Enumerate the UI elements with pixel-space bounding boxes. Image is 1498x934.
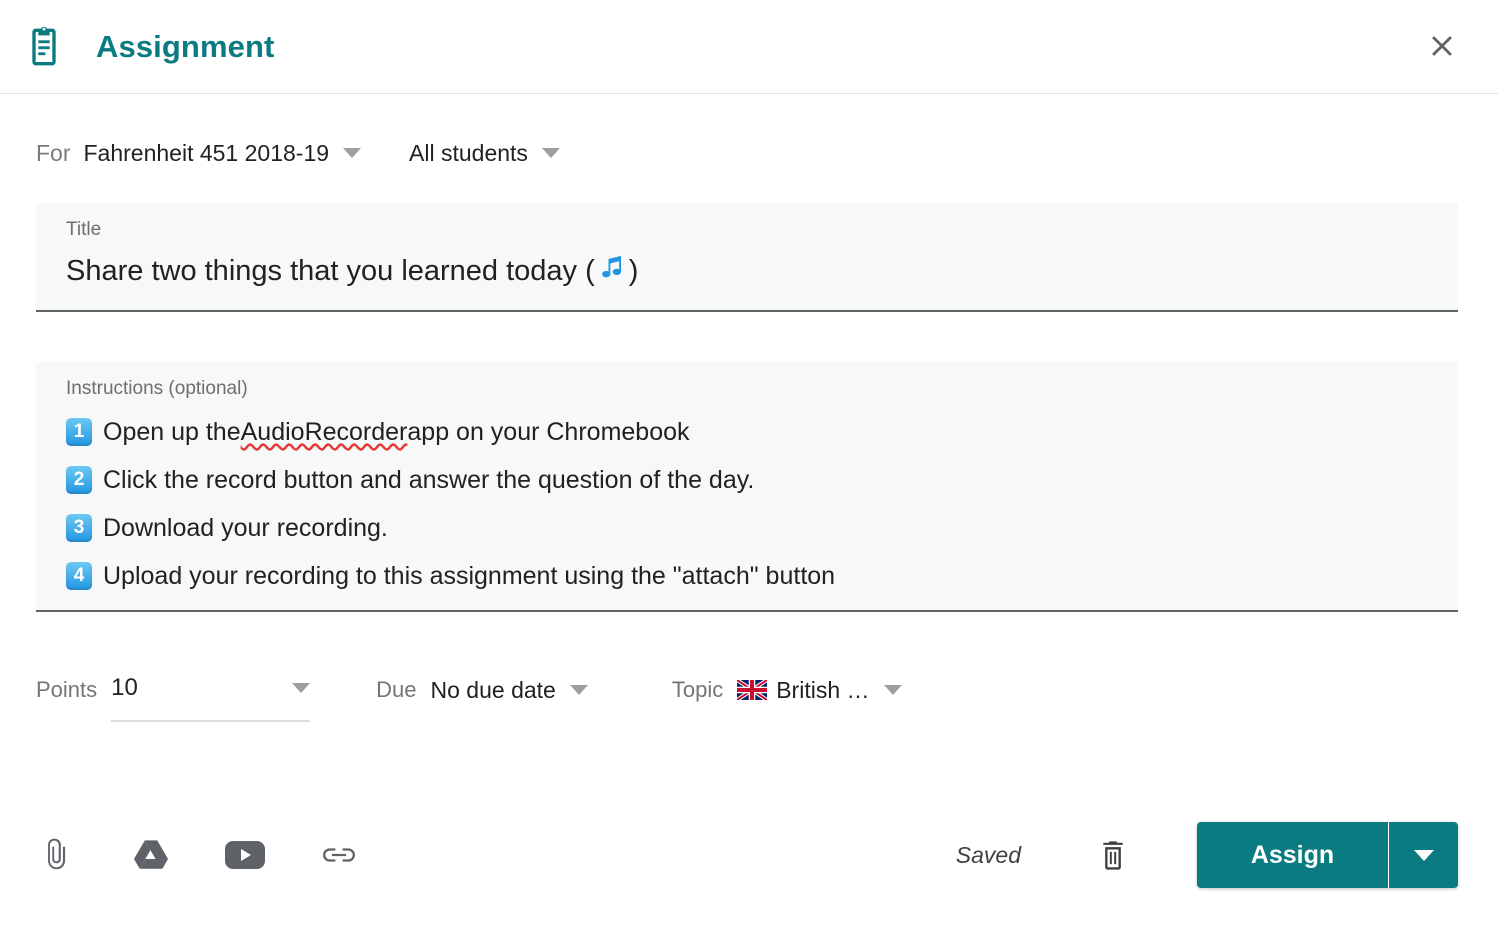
keycap-3-icon: 3 [66, 514, 92, 542]
topic-label: Topic [671, 677, 724, 702]
assign-button[interactable]: Assign [1197, 822, 1388, 888]
instructions-field[interactable]: Instructions (optional) 1 Open up the Au… [36, 362, 1458, 612]
points-label: Points [36, 677, 98, 702]
instruction-line: 2 Click the record button and answer the… [66, 456, 1458, 504]
chevron-down-icon [541, 148, 560, 158]
trash-icon[interactable] [1089, 831, 1137, 879]
students-select-label: All students [409, 139, 528, 166]
topic-value: British … [776, 677, 870, 703]
course-select[interactable]: Fahrenheit 451 2018-19 [84, 140, 362, 167]
students-select[interactable]: All students [409, 140, 560, 167]
keycap-1-icon: 1 [66, 418, 92, 446]
uk-flag-icon [737, 680, 768, 700]
clipboard-icon [22, 25, 66, 69]
instruction-text-before: Upload your recording to this assignment… [103, 562, 836, 590]
instruction-line: 3 Download your recording. [66, 504, 1458, 552]
assignment-dialog: Assignment For Fahrenheit 451 2018-19 Al… [0, 0, 1498, 934]
paperclip-icon[interactable] [34, 832, 80, 878]
title-text-after: ) [628, 254, 639, 287]
page-title: Assignment [96, 28, 275, 64]
chevron-down-icon [343, 148, 362, 158]
instruction-misspelled-word: AudioRecorder [240, 418, 408, 446]
keycap-4-icon: 4 [66, 562, 92, 590]
title-field-value: Share two things that you learned today … [66, 249, 1458, 292]
music-note-icon [597, 251, 627, 294]
topic-select[interactable]: British … [737, 674, 902, 706]
audience-row: For Fahrenheit 451 2018-19 All students [36, 135, 1498, 171]
assign-button-group: Assign [1197, 822, 1458, 888]
chevron-down-icon [292, 683, 311, 693]
chevron-down-icon [1413, 849, 1434, 861]
instructions-field-label: Instructions (optional) [66, 378, 248, 399]
title-field-label: Title [66, 219, 102, 240]
instruction-text-before: Click the record button and answer the q… [103, 466, 755, 494]
points-input[interactable]: 10 [111, 674, 311, 722]
assign-options-button[interactable] [1388, 822, 1458, 888]
instruction-text-before: Download your recording. [103, 514, 388, 542]
keycap-2-icon: 2 [66, 466, 92, 494]
dialog-header: Assignment [0, 0, 1498, 94]
instruction-line: 1 Open up the AudioRecorder app on your … [66, 408, 1458, 456]
due-date-select[interactable]: No due date [431, 674, 588, 706]
instruction-line: 4 Upload your recording to this assignme… [66, 552, 1458, 600]
chevron-down-icon [883, 685, 902, 695]
due-label: Due [376, 677, 417, 702]
save-status: Saved [955, 841, 1021, 868]
link-icon[interactable] [316, 832, 362, 878]
for-label: For [36, 139, 71, 166]
youtube-icon[interactable] [222, 832, 268, 878]
close-icon[interactable] [1416, 20, 1468, 72]
topic-group: Topic British … [672, 674, 902, 706]
assignment-meta-row: Points 10 Due No due date Topic British … [36, 674, 1498, 732]
points-value: 10 [111, 674, 138, 701]
course-select-label: Fahrenheit 451 2018-19 [83, 139, 330, 166]
dialog-toolbar: Saved Assign [0, 805, 1498, 905]
chevron-down-icon [569, 685, 588, 695]
title-text-before: Share two things that you learned today … [66, 254, 595, 287]
attachment-tools [34, 832, 362, 878]
due-date-value: No due date [430, 677, 556, 703]
due-group: Due No due date [376, 674, 588, 706]
instruction-text-after: app on your Chromebook [407, 418, 690, 446]
points-group: Points 10 [36, 674, 311, 722]
instruction-text-before: Open up the [103, 418, 241, 446]
title-field[interactable]: Title Share two things that you learned … [36, 203, 1458, 312]
google-drive-icon[interactable] [128, 832, 174, 878]
